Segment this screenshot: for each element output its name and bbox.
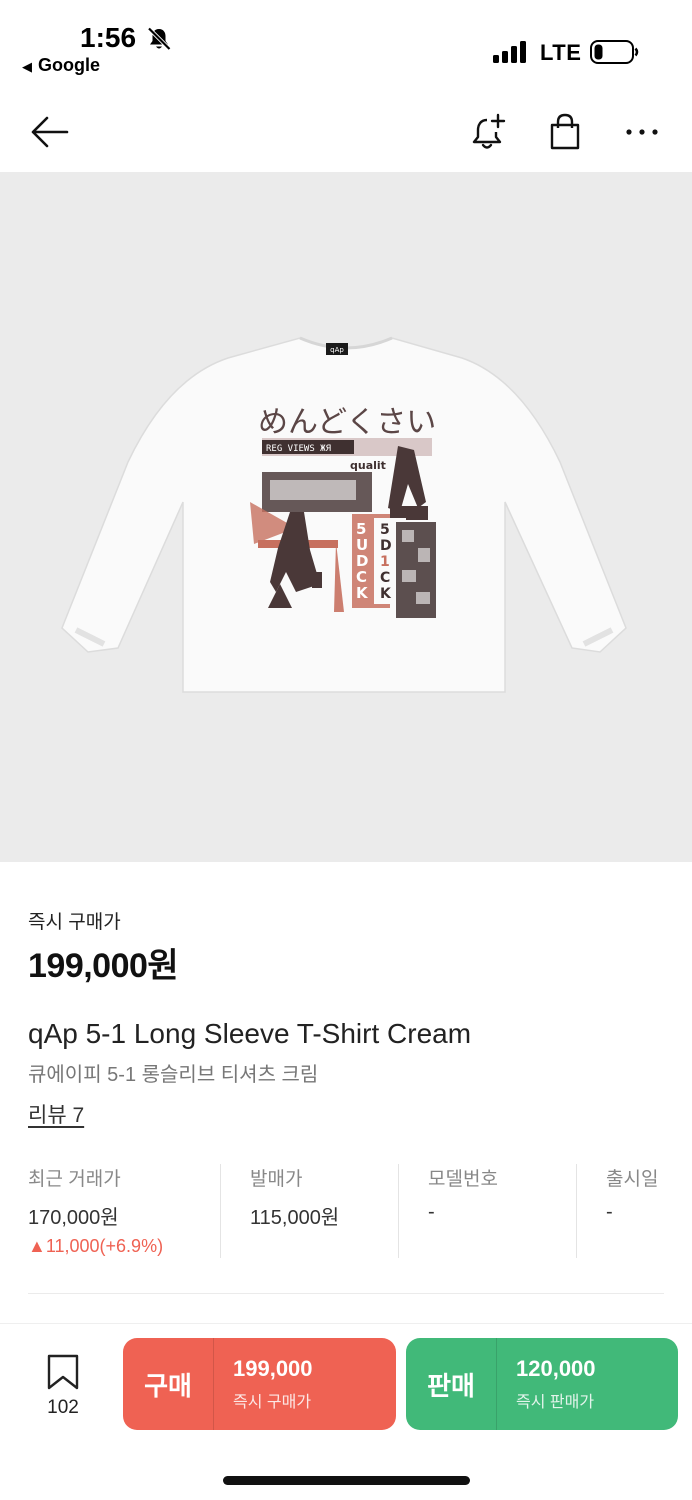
stat-release-date: 출시일 - (606, 1164, 664, 1258)
wishlist-button[interactable]: 102 (38, 1354, 88, 1419)
bottom-action-bar: 102 구매 199,000 즉시 구매가 판매 120,000 즉시 판매가 (0, 1323, 692, 1433)
print-tag: qualit (350, 459, 386, 472)
stat-label: 출시일 (606, 1169, 659, 1190)
buy-price: 199,000 (233, 1356, 313, 1381)
print-banner: REG VIEWS ЖЯ (266, 444, 331, 454)
buy-label: 구매 (144, 1370, 192, 1401)
buy-button[interactable]: 구매 199,000 즉시 구매가 (123, 1338, 396, 1430)
print-stamp2-letter-3: 1 (380, 554, 390, 570)
stat-value: 115,000원 (250, 1207, 340, 1229)
home-indicator[interactable] (223, 1476, 470, 1485)
back-arrow-icon[interactable] (27, 110, 71, 154)
review-link[interactable]: 리뷰 7 (28, 1099, 84, 1129)
divider (220, 1164, 221, 1258)
tshirt-illustration: qAp めんどくさい REG VIEWS ЖЯ qualit 5 U D C K… (61, 336, 627, 693)
status-time: 1:56 (80, 22, 137, 53)
print-stamp-letter-5: K (356, 584, 369, 602)
instant-buy-label: 즉시 구매가 (28, 912, 121, 933)
sell-price: 120,000 (516, 1356, 596, 1381)
stat-recent-price[interactable]: 최근 거래가 170,000원 ▲11,000(+6.9%) (28, 1164, 218, 1258)
product-name-en: qAp 5-1 Long Sleeve T-Shirt Cream (28, 1018, 472, 1049)
stat-label: 발매가 (250, 1169, 303, 1190)
product-price: 199,000원 (28, 947, 179, 985)
back-app-label: Google (38, 55, 100, 75)
back-triangle-icon: ◀ (22, 59, 32, 74)
print-stamp2-letter-2: D (380, 538, 392, 554)
status-bar: 1:56 ◀ Google LTE (0, 0, 692, 90)
sell-sub-label: 즉시 판매가 (516, 1394, 595, 1411)
print-stamp2-letter-1: 5 (380, 522, 390, 538)
stat-release-price: 발매가 115,000원 (250, 1164, 400, 1258)
network-type: LTE (540, 40, 582, 65)
product-name-ko: 큐에이피 5-1 롱슬리브 티셔츠 크림 (28, 1064, 319, 1086)
price-change: ▲11,000(+6.9%) (28, 1236, 164, 1256)
top-nav-bar (0, 92, 692, 172)
sell-button[interactable]: 판매 120,000 즉시 판매가 (406, 1338, 678, 1430)
print-stamp2-letter-4: C (380, 570, 390, 586)
sell-label: 판매 (427, 1370, 475, 1401)
stat-value: - (606, 1201, 613, 1223)
back-to-app-link[interactable]: ◀ Google (22, 55, 100, 76)
stat-model-number: 모델번호 - (428, 1164, 578, 1258)
product-stats: 최근 거래가 170,000원 ▲11,000(+6.9%) 발매가 115,0… (28, 1164, 664, 1258)
product-image[interactable]: qAp めんどくさい REG VIEWS ЖЯ qualit 5 U D C K… (0, 172, 692, 862)
collar-tag-text: qAp (330, 346, 344, 354)
print-title: めんどくさい (258, 405, 436, 440)
buy-sub-label: 즉시 구매가 (233, 1394, 312, 1411)
wish-count: 102 (47, 1397, 79, 1418)
divider (398, 1164, 399, 1258)
stat-label: 모델번호 (428, 1169, 498, 1190)
divider (576, 1164, 577, 1258)
battery-icon (590, 40, 640, 69)
signal-icon (493, 41, 529, 68)
bell-slash-icon (146, 26, 172, 57)
section-divider (28, 1293, 664, 1294)
stat-value: - (428, 1201, 435, 1223)
stat-label: 최근 거래가 (28, 1169, 121, 1190)
stat-value: 170,000원 (28, 1207, 119, 1229)
shopping-bag-icon[interactable] (543, 110, 587, 154)
bell-plus-icon[interactable] (466, 110, 510, 154)
bookmark-icon (46, 1354, 80, 1394)
more-icon[interactable] (620, 110, 664, 154)
print-stamp2-letter-5: K (380, 586, 392, 602)
